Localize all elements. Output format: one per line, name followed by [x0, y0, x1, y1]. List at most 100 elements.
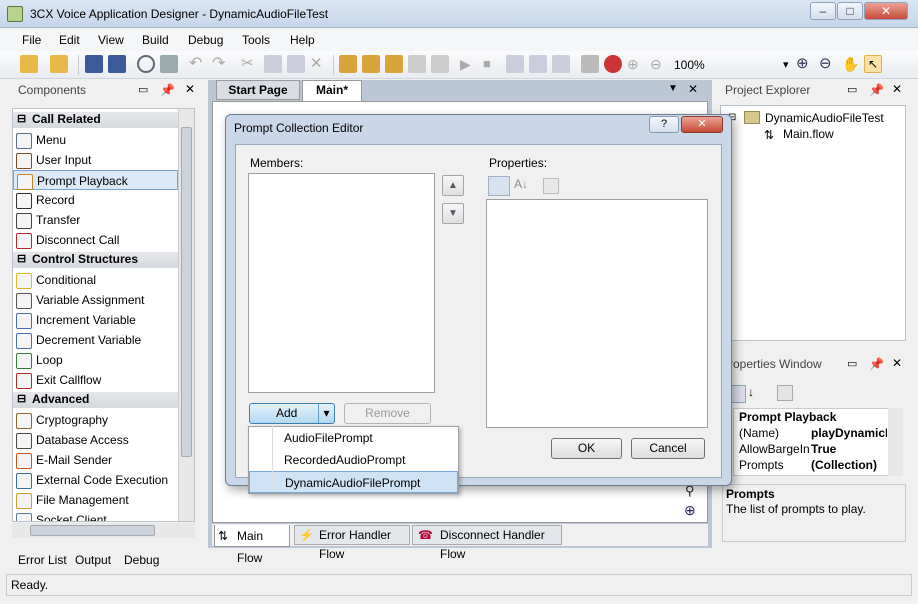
component-item[interactable]: Database Access — [13, 430, 178, 450]
minimize-button[interactable]: – — [810, 2, 836, 20]
pe-close-icon[interactable]: ✕ — [892, 82, 902, 96]
stop-icon[interactable]: ■ — [483, 55, 501, 73]
property-value[interactable]: True — [811, 442, 887, 456]
deploy-icon[interactable] — [408, 55, 426, 73]
dropdown-item-audiofileprompt[interactable]: AudioFilePrompt — [249, 427, 458, 449]
paste-icon[interactable] — [287, 55, 305, 73]
component-item[interactable]: E-Mail Sender — [13, 450, 178, 470]
category-header[interactable]: ⊟ Advanced — [13, 392, 194, 408]
rebuild-icon[interactable] — [385, 55, 403, 73]
collapse-icon[interactable]: ⊟ — [17, 252, 26, 265]
remove-button[interactable]: Remove — [344, 403, 431, 424]
record-icon[interactable] — [604, 55, 622, 73]
tab-start-page[interactable]: Start Page — [216, 80, 300, 100]
add-button[interactable]: Add ▾ — [249, 403, 335, 424]
move-up-button[interactable]: ▲ — [442, 175, 464, 196]
dialog-categorized-icon[interactable] — [488, 176, 510, 196]
component-item[interactable]: Variable Assignment — [13, 290, 178, 310]
component-item[interactable]: Menu — [13, 130, 178, 150]
dropdown-icon[interactable]: ▭ — [138, 83, 148, 96]
close-components-icon[interactable]: ✕ — [185, 82, 195, 96]
undo-icon[interactable]: ↶ — [189, 55, 207, 73]
tab-error-list[interactable]: Error List — [18, 553, 67, 567]
menu-edit[interactable]: Edit — [59, 33, 80, 47]
dialog-help-button[interactable]: ? — [649, 116, 679, 133]
component-item[interactable]: User Input — [13, 150, 178, 170]
print-icon[interactable] — [160, 55, 178, 73]
step-into-icon[interactable] — [506, 55, 524, 73]
dropdown-item-recordedaudioprompt[interactable]: RecordedAudioPrompt — [249, 449, 458, 471]
pw-pin-icon[interactable]: 📌 — [869, 357, 884, 371]
menu-build[interactable]: Build — [142, 33, 169, 47]
component-item[interactable]: Record — [13, 190, 178, 210]
category-header[interactable]: ⊟ Call Related — [13, 112, 194, 128]
component-item[interactable]: Socket Client — [13, 510, 178, 521]
add-dropdown-arrow[interactable]: ▾ — [318, 404, 334, 423]
component-item-selected[interactable]: Prompt Playback — [13, 170, 178, 190]
property-pages-icon[interactable] — [777, 385, 793, 401]
scrollbar-thumb[interactable] — [181, 127, 192, 457]
tab-main[interactable]: Main* — [302, 80, 362, 101]
property-value[interactable]: (Collection) — [811, 458, 887, 472]
category-header[interactable]: ⊟ Control Structures — [13, 252, 194, 268]
tab-debug[interactable]: Debug — [124, 553, 159, 567]
home-icon[interactable] — [431, 55, 449, 73]
build-icon[interactable] — [339, 55, 357, 73]
redo-icon[interactable]: ↷ — [212, 55, 230, 73]
members-list[interactable] — [248, 173, 435, 393]
property-scrollbar[interactable] — [888, 408, 903, 476]
property-value[interactable]: playDynamicF — [811, 426, 887, 440]
pointer-icon[interactable]: ↖ — [864, 55, 882, 73]
component-item[interactable]: External Code Execution — [13, 470, 178, 490]
dialog-sort-icon[interactable]: A↓ — [514, 177, 528, 191]
menu-view[interactable]: View — [98, 33, 124, 47]
maximize-button[interactable]: □ — [837, 2, 863, 20]
zoom-in-small-icon[interactable]: ⊕ — [627, 55, 645, 73]
cut-icon[interactable]: ✂ — [241, 55, 259, 73]
menu-help[interactable]: Help — [290, 33, 315, 47]
close-button[interactable]: ✕ — [864, 2, 908, 20]
component-item[interactable]: File Management — [13, 490, 178, 510]
component-item[interactable]: Increment Variable — [13, 310, 178, 330]
build-all-icon[interactable] — [362, 55, 380, 73]
save-all-icon[interactable] — [108, 55, 126, 73]
save-icon[interactable] — [85, 55, 103, 73]
hscrollbar-thumb[interactable] — [30, 525, 155, 536]
dropdown-item-dynamicaudiofileprompt[interactable]: DynamicAudioFilePrompt — [249, 471, 458, 493]
move-down-button[interactable]: ▼ — [442, 203, 464, 224]
pin-icon[interactable]: 📌 — [160, 83, 175, 97]
pe-dropdown-icon[interactable]: ▭ — [847, 83, 857, 96]
zoom-out-icon[interactable]: ⊖ — [819, 55, 837, 73]
tab-list-icon[interactable]: ▼ — [668, 83, 678, 94]
components-hscrollbar[interactable] — [12, 523, 195, 538]
open-recent-icon[interactable] — [50, 55, 68, 73]
menu-tools[interactable]: Tools — [242, 33, 270, 47]
zoom-dropdown-arrow[interactable]: ▾ — [783, 58, 789, 71]
flow-file-name[interactable]: Main.flow — [783, 127, 834, 141]
component-item[interactable]: Conditional — [13, 270, 178, 290]
menu-debug[interactable]: Debug — [188, 33, 223, 47]
component-item[interactable]: Exit Callflow — [13, 370, 178, 390]
zoom-in-icon[interactable]: ⊕ — [796, 55, 814, 73]
component-item[interactable]: Cryptography — [13, 410, 178, 430]
run-icon[interactable]: ▶ — [460, 55, 478, 73]
dialog-close-button[interactable]: ✕ — [681, 116, 723, 133]
project-name[interactable]: DynamicAudioFileTest — [765, 111, 884, 125]
zoom-level[interactable]: 100% — [674, 58, 705, 72]
component-icon[interactable] — [581, 55, 599, 73]
ok-button[interactable]: OK — [551, 438, 622, 459]
tab-disconnect-handler-flow[interactable]: Disconnect Handler Flow — [412, 525, 562, 561]
sort-alpha-icon[interactable]: ↓ — [748, 385, 754, 399]
copy-icon[interactable] — [264, 55, 282, 73]
pw-dropdown-icon[interactable]: ▭ — [847, 357, 857, 370]
dialog-property-pages-icon[interactable] — [543, 178, 559, 194]
collapse-icon[interactable]: ⊟ — [17, 392, 26, 405]
step-out-icon[interactable] — [552, 55, 570, 73]
preview-icon[interactable] — [137, 55, 155, 73]
pan-hand-icon[interactable]: ✋ — [842, 55, 860, 73]
components-scrollbar[interactable] — [178, 109, 194, 521]
collapse-icon[interactable]: ⊟ — [17, 112, 26, 125]
zoom-out-small-icon[interactable]: ⊖ — [650, 55, 668, 73]
component-item[interactable]: Decrement Variable — [13, 330, 178, 350]
delete-icon[interactable]: ✕ — [310, 55, 328, 73]
